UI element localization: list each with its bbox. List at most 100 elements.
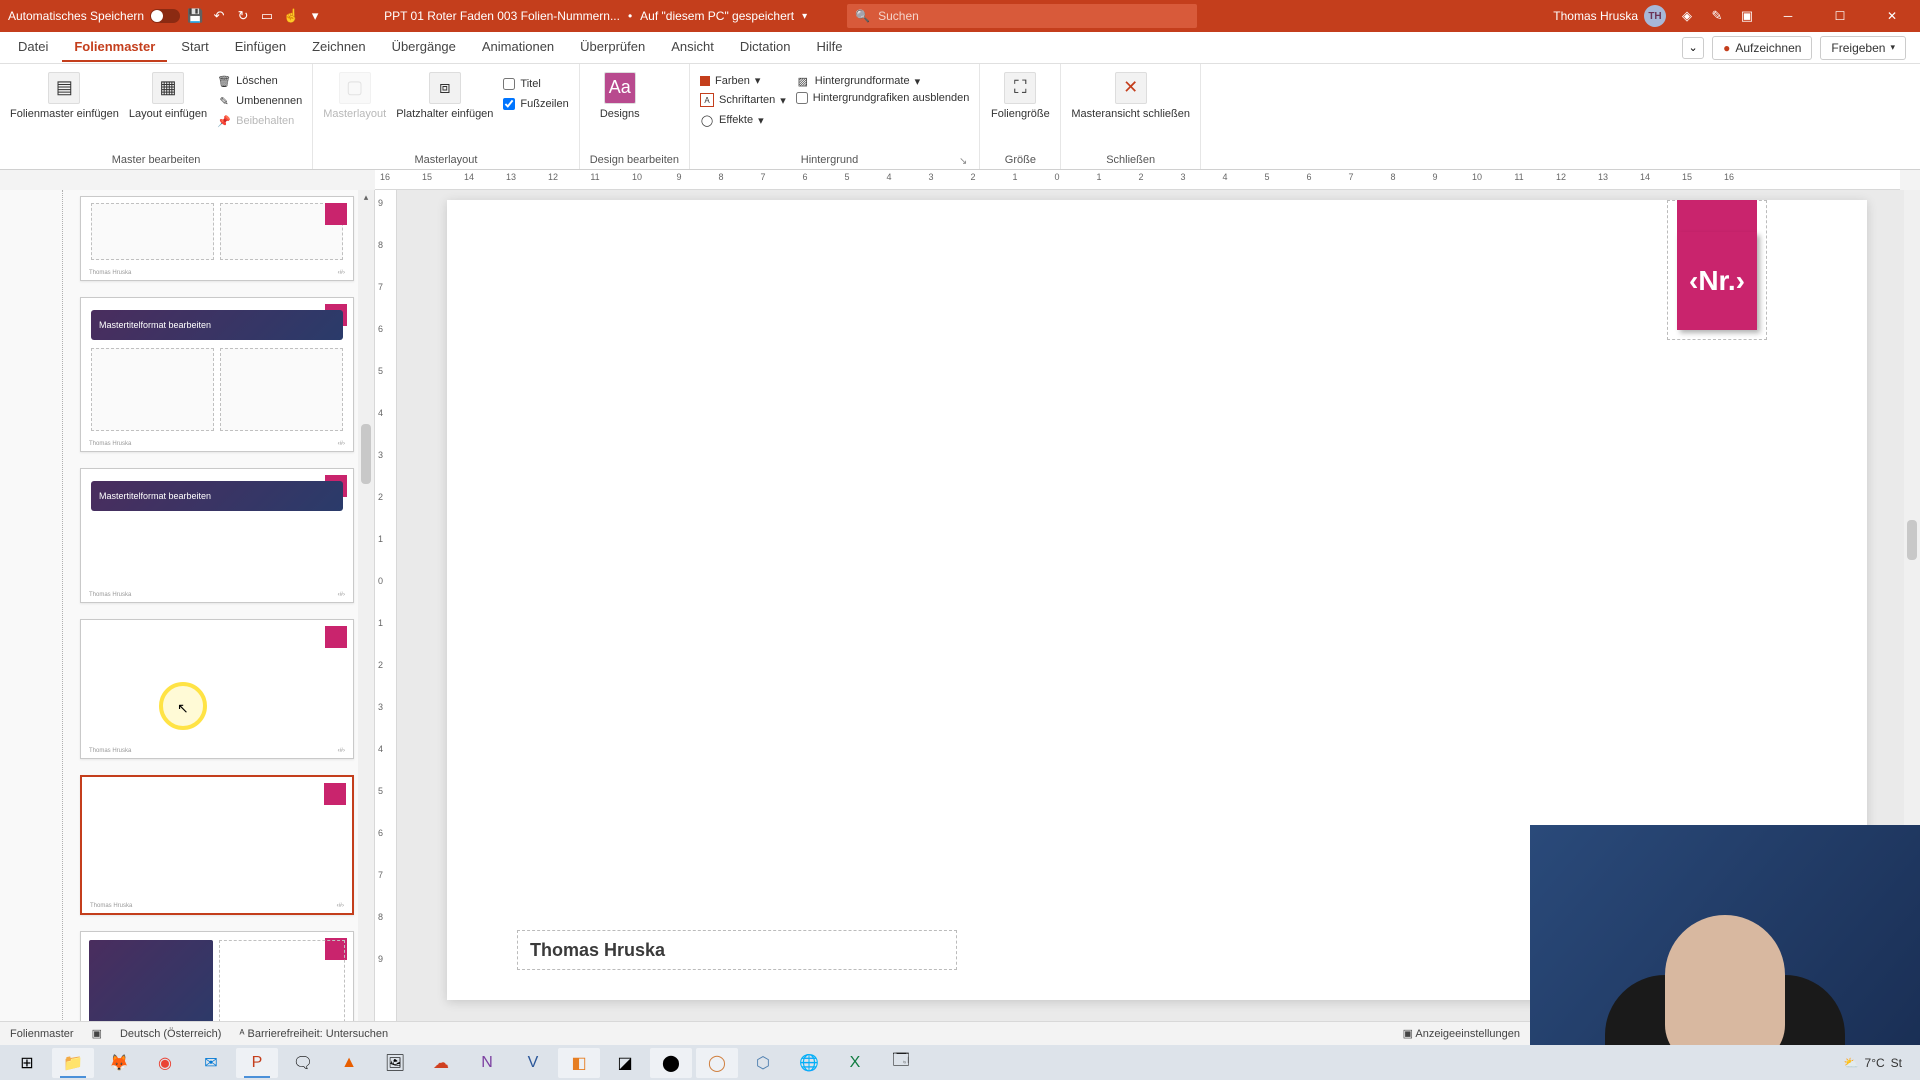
- group-label-close: Schließen: [1071, 151, 1190, 169]
- layout-thumb-5-selected[interactable]: Thomas Hruska‹#›: [80, 775, 354, 915]
- background-dialog-launcher[interactable]: ↘: [959, 156, 969, 169]
- chevron-down-icon[interactable]: ▾: [802, 11, 807, 22]
- slide-size-button[interactable]: ⛶ Foliengröße: [990, 72, 1050, 121]
- layout-thumb-3[interactable]: Mastertitelformat bearbeiten Thomas Hrus…: [80, 468, 354, 603]
- taskbar-app-7[interactable]: ⬡: [742, 1048, 784, 1078]
- ribbon-group-master-edit: ▤ Folienmaster einfügen ▦ Layout einfüge…: [0, 64, 313, 169]
- taskbar-firefox[interactable]: 🦊: [98, 1048, 140, 1078]
- taskbar-powerpoint[interactable]: P: [236, 1048, 278, 1078]
- slidesize-icon: ⛶: [1004, 72, 1036, 104]
- thumb-badge-icon: [325, 626, 347, 648]
- tab-insert[interactable]: Einfügen: [223, 33, 298, 62]
- taskbar-chrome[interactable]: ◉: [144, 1048, 186, 1078]
- taskbar-app-5[interactable]: ◪: [604, 1048, 646, 1078]
- title-checkbox[interactable]: Titel: [503, 78, 568, 90]
- taskbar-outlook[interactable]: ✉: [190, 1048, 232, 1078]
- tab-transitions[interactable]: Übergänge: [380, 33, 468, 62]
- tab-file[interactable]: Datei: [6, 33, 60, 62]
- designs-button[interactable]: Aa Designs: [590, 72, 650, 121]
- taskbar-edge[interactable]: 🌐: [788, 1048, 830, 1078]
- display-settings[interactable]: ▣ Anzeigeeinstellungen: [1403, 1027, 1520, 1040]
- taskbar-app-2[interactable]: 🖼: [374, 1048, 416, 1078]
- pin-icon: 📌: [217, 114, 231, 128]
- start-button[interactable]: ⊞: [6, 1048, 48, 1078]
- accessibility-icon: ▣: [92, 1027, 102, 1040]
- footer-checkbox[interactable]: Fußzeilen: [503, 98, 568, 110]
- slidenumber-text: ‹Nr.›: [1677, 232, 1757, 330]
- hide-bg-checkbox[interactable]: Hintergrundgrafiken ausblenden: [796, 92, 970, 104]
- slidenumber-placeholder[interactable]: ‹Nr.›: [1677, 200, 1757, 330]
- colors-button[interactable]: Farben ▾: [700, 72, 786, 89]
- present-icon[interactable]: ▭: [258, 7, 276, 25]
- taskbar-weather[interactable]: ⛅ 7°C St: [1844, 1056, 1914, 1070]
- tab-slidemaster[interactable]: Folienmaster: [62, 33, 167, 62]
- undo-icon[interactable]: ↶: [210, 7, 228, 25]
- touch-icon[interactable]: ☝: [282, 7, 300, 25]
- layout-thumb-1[interactable]: Thomas Hruska‹#›: [80, 196, 354, 281]
- status-accessibility[interactable]: ᴬ Barrierefreiheit: Untersuchen: [239, 1028, 388, 1040]
- fonts-button[interactable]: ASchriftarten ▾: [700, 91, 786, 109]
- taskbar-excel[interactable]: X: [834, 1048, 876, 1078]
- footer-placeholder[interactable]: Thomas Hruska: [517, 930, 957, 970]
- layout-thumb-2[interactable]: Mastertitelformat bearbeiten Thomas Hrus…: [80, 297, 354, 452]
- collapse-ribbon-button[interactable]: ⌄: [1682, 37, 1704, 59]
- ribbon-group-size: ⛶ Foliengröße Größe: [980, 64, 1061, 169]
- user-avatar[interactable]: TH: [1644, 5, 1666, 27]
- background-formats-button[interactable]: ▨Hintergrundformate ▾: [796, 72, 970, 90]
- close-button[interactable]: ✕: [1872, 0, 1912, 32]
- autosave-toggle[interactable]: [150, 9, 180, 23]
- insert-layout-button[interactable]: ▦ Layout einfügen: [129, 72, 207, 121]
- status-language[interactable]: Deutsch (Österreich): [120, 1028, 221, 1040]
- brush-icon[interactable]: ✎: [1708, 7, 1726, 25]
- redo-icon[interactable]: ↻: [234, 7, 252, 25]
- search-box[interactable]: 🔍: [847, 4, 1197, 28]
- slidemaster-icon: ▤: [48, 72, 80, 104]
- maximize-button[interactable]: ☐: [1820, 0, 1860, 32]
- rename-button[interactable]: ✎Umbenennen: [217, 92, 302, 110]
- diamond-icon[interactable]: ◈: [1678, 7, 1696, 25]
- tab-dictation[interactable]: Dictation: [728, 33, 803, 62]
- status-mode: Folienmaster: [10, 1028, 74, 1040]
- taskbar-obs[interactable]: ⬤: [650, 1048, 692, 1078]
- scrollbar-thumb[interactable]: [361, 424, 371, 484]
- window-icon[interactable]: ▣: [1738, 7, 1756, 25]
- taskbar-app-6[interactable]: ◯: [696, 1048, 738, 1078]
- minimize-button[interactable]: ─: [1768, 0, 1808, 32]
- taskbar-app-8[interactable]: 🗔: [880, 1048, 922, 1078]
- insert-slidemaster-button[interactable]: ▤ Folienmaster einfügen: [10, 72, 119, 121]
- group-label-background: Hintergrund: [700, 151, 959, 169]
- taskbar-vlc[interactable]: ▲: [328, 1048, 370, 1078]
- taskbar-visio[interactable]: V: [512, 1048, 554, 1078]
- tab-draw[interactable]: Zeichnen: [300, 33, 377, 62]
- tab-view[interactable]: Ansicht: [659, 33, 726, 62]
- layout-thumbnails-panel[interactable]: Thomas Hruska‹#› Mastertitelformat bearb…: [0, 190, 375, 1056]
- record-button[interactable]: Aufzeichnen: [1712, 36, 1812, 60]
- thumb-title: Mastertitelformat bearbeiten: [91, 481, 343, 511]
- tab-home[interactable]: Start: [169, 33, 220, 62]
- thumbnails-scrollbar[interactable]: ▴ ▾: [358, 190, 374, 1056]
- tab-review[interactable]: Überprüfen: [568, 33, 657, 62]
- effects-button[interactable]: ◯Effekte ▾: [700, 111, 786, 129]
- tab-help[interactable]: Hilfe: [804, 33, 854, 62]
- delete-button[interactable]: 🗑Löschen: [217, 72, 302, 90]
- scrollbar-thumb[interactable]: [1907, 520, 1917, 560]
- taskbar-app-1[interactable]: 🗨: [282, 1048, 324, 1078]
- taskbar-explorer[interactable]: 📁: [52, 1048, 94, 1078]
- group-label-master-edit: Master bearbeiten: [10, 151, 302, 169]
- designs-icon: Aa: [604, 72, 636, 104]
- qat-more-icon[interactable]: ▾: [306, 7, 324, 25]
- search-input[interactable]: [878, 9, 1189, 23]
- weather-temp: 7°C: [1865, 1056, 1885, 1070]
- insert-placeholder-button[interactable]: ⧈ Platzhalter einfügen: [396, 72, 493, 121]
- close-masterview-button[interactable]: ✕ Masteransicht schließen: [1071, 72, 1190, 121]
- share-button[interactable]: Freigeben▾: [1820, 36, 1906, 60]
- scroll-up-icon[interactable]: ▴: [358, 190, 374, 204]
- taskbar-app-3[interactable]: ☁: [420, 1048, 462, 1078]
- tab-animations[interactable]: Animationen: [470, 33, 566, 62]
- save-icon[interactable]: 💾: [186, 7, 204, 25]
- layout-thumb-4[interactable]: ↖ Thomas Hruska‹#›: [80, 619, 354, 759]
- taskbar-onenote[interactable]: N: [466, 1048, 508, 1078]
- ribbon-tabs: Datei Folienmaster Start Einfügen Zeichn…: [0, 32, 1920, 64]
- autosave-label: Automatisches Speichern: [8, 9, 144, 23]
- taskbar-app-4[interactable]: ◧: [558, 1048, 600, 1078]
